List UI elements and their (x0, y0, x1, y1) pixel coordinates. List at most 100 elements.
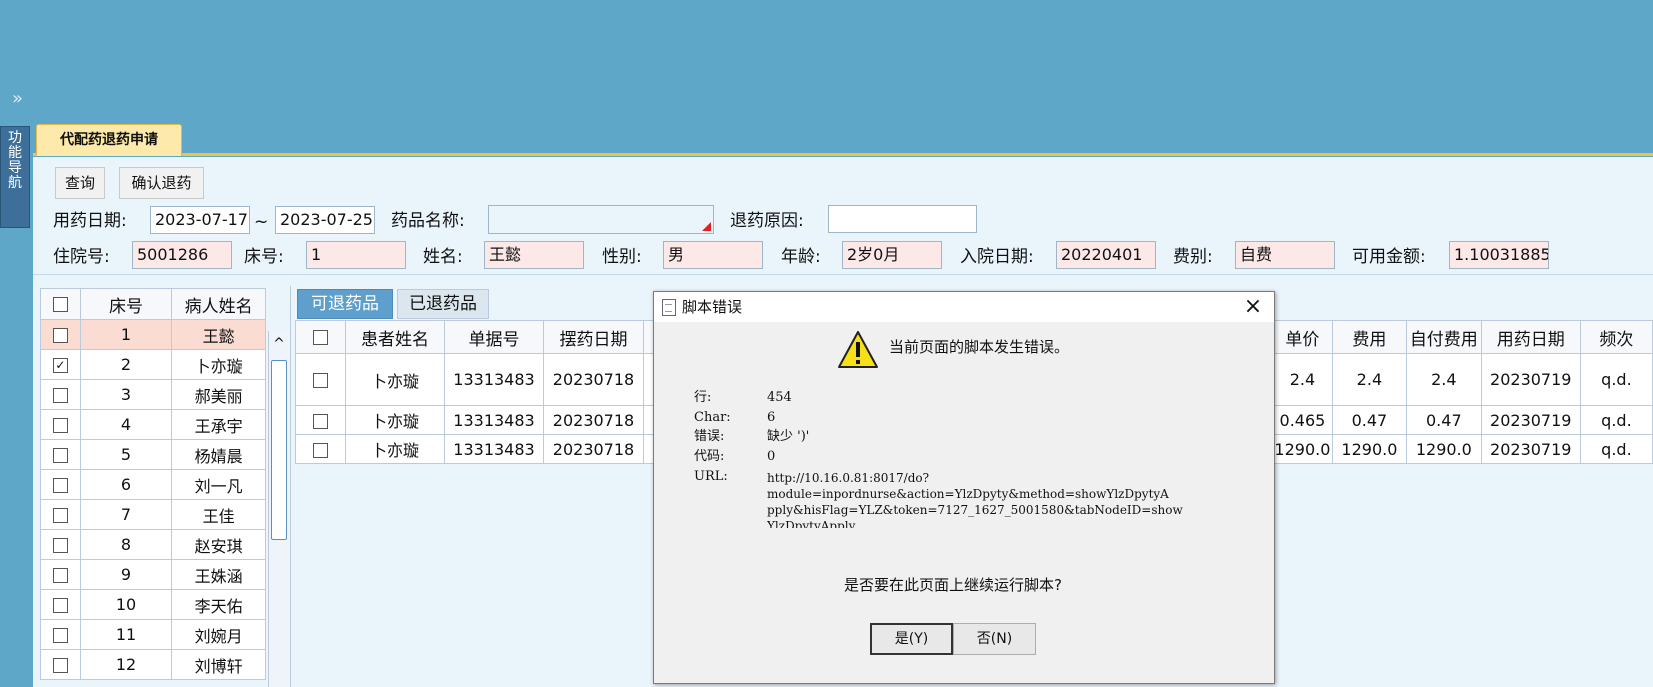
row-checkbox[interactable] (295, 434, 346, 464)
bed-cell: 10 (79, 589, 173, 620)
yes-button[interactable]: 是(Y) (870, 623, 953, 655)
row-checkbox[interactable] (40, 499, 81, 530)
row-checkbox[interactable] (295, 405, 346, 435)
patient-name-cell: 赵安琪 (171, 529, 266, 560)
col-patient-name[interactable]: 病人姓名 (171, 288, 266, 320)
row-checkbox[interactable] (40, 559, 81, 590)
row-checkbox[interactable] (295, 353, 346, 406)
expand-icon[interactable]: » (12, 90, 23, 108)
drug-row[interactable]: 卜亦璇 13313483 20230718 (295, 353, 674, 406)
confirm-return-button[interactable]: 确认退药 (119, 167, 204, 199)
name-field[interactable]: 王懿 (484, 241, 584, 269)
col-dispense-date[interactable]: 摆药日期 (543, 320, 644, 354)
bed-cell: 2 (79, 349, 173, 380)
reason-input[interactable] (828, 205, 977, 233)
patient-name-cell: 王佳 (171, 499, 266, 530)
panel-divider (290, 286, 291, 687)
price-row[interactable]: 0.465 0.47 0.47 20230719 q.d. (1272, 405, 1653, 435)
gender-field[interactable]: 男 (663, 241, 763, 269)
row-checkbox[interactable] (40, 529, 81, 560)
script-error-dialog: 脚本错误 × 当前页面的脚本发生错误。 行: 454 Char: 6 错误: 缺… (653, 291, 1275, 684)
tab-returnable[interactable]: 可退药品 (297, 289, 393, 319)
scroll-up-icon[interactable]: ^ (268, 337, 290, 351)
patient-row[interactable]: 3 郝美丽 (40, 379, 266, 410)
col-patient-name[interactable]: 患者姓名 (345, 320, 445, 354)
row-checkbox[interactable] (40, 649, 81, 680)
fee-cell: 0.47 (1331, 405, 1407, 435)
drug-select-all-checkbox[interactable] (295, 320, 346, 354)
patient-row[interactable]: 8 赵安琪 (40, 529, 266, 560)
patient-name-cell: 卜亦璇 (345, 405, 445, 435)
row-checkbox[interactable] (40, 379, 81, 410)
url-value: http://10.16.0.81:8017/do? module=inpord… (767, 471, 1183, 528)
row-checkbox[interactable]: ✓ (40, 349, 81, 380)
col-fee[interactable]: 费用 (1331, 320, 1407, 354)
tab-drug-return[interactable]: 代配药退药申请 (36, 124, 182, 156)
checkbox-icon (52, 538, 68, 553)
date-separator: ~ (254, 212, 269, 232)
query-button[interactable]: 查询 (55, 167, 105, 199)
patient-row[interactable]: 10 李天佑 (40, 589, 266, 620)
document-icon (662, 299, 676, 316)
patient-row[interactable]: 11 刘婉月 (40, 619, 266, 650)
drug-row[interactable]: 卜亦璇 13313483 20230718 (295, 405, 674, 435)
patient-name-cell: 王懿 (171, 319, 266, 350)
admission-no-field[interactable]: 5001286 (132, 241, 232, 269)
row-checkbox[interactable] (40, 469, 81, 500)
drug-name-combo[interactable] (488, 205, 714, 234)
price-table-header: 单价 费用 自付费用 用药日期 频次 (1272, 320, 1653, 354)
select-all-checkbox[interactable] (40, 288, 81, 320)
col-self-pay[interactable]: 自付费用 (1405, 320, 1482, 354)
dropdown-marker-icon (702, 222, 711, 231)
admit-date-field[interactable]: 20220401 (1056, 241, 1156, 269)
bed-field[interactable]: 1 (306, 241, 406, 269)
dispense-date-cell: 20230718 (543, 405, 644, 435)
price-row[interactable]: 1290.0 1290.0 1290.0 20230719 q.d. (1272, 434, 1653, 464)
patient-list-table: 床号 病人姓名 1 王懿 ✓ 2 卜亦璇 3 郝美丽 4 王承宇 5 杨婧晨 6 刘一凡 7 王佳 8 赵安琪 9… (40, 288, 266, 680)
dialog-message: 当前页面的脚本发生错误。 (889, 338, 1070, 356)
fee-type-field[interactable]: 自费 (1235, 241, 1335, 269)
price-row[interactable]: 2.4 2.4 2.4 20230719 q.d. (1272, 353, 1653, 406)
checkbox-icon (52, 598, 68, 613)
patient-name-cell: 卜亦璇 (345, 353, 445, 406)
doc-no-cell: 13313483 (444, 353, 544, 406)
admit-date-label: 入院日期: (960, 247, 1034, 267)
col-use-date[interactable]: 用药日期 (1480, 320, 1581, 354)
row-checkbox[interactable] (40, 439, 81, 470)
bed-cell: 6 (79, 469, 173, 500)
col-doc-no[interactable]: 单据号 (444, 320, 544, 354)
patient-row[interactable]: 5 杨婧晨 (40, 439, 266, 470)
tab-strip (33, 122, 1653, 156)
patient-row[interactable]: 6 刘一凡 (40, 469, 266, 500)
row-checkbox[interactable] (40, 619, 81, 650)
use-date-cell: 20230719 (1480, 353, 1581, 406)
scroll-thumb[interactable] (271, 360, 287, 540)
balance-field[interactable]: 1.10031885 (1449, 241, 1549, 269)
frequency-cell: q.d. (1579, 434, 1653, 464)
close-icon[interactable]: × (1240, 295, 1266, 319)
drug-row[interactable]: 卜亦璇 13313483 20230718 (295, 434, 674, 464)
patient-row[interactable]: 4 王承宇 (40, 409, 266, 440)
no-button[interactable]: 否(N) (953, 623, 1036, 655)
function-nav-tab[interactable]: 功能导航 (0, 126, 30, 228)
row-checkbox[interactable] (40, 409, 81, 440)
self-pay-cell: 1290.0 (1405, 434, 1482, 464)
patient-row[interactable]: 9 王姝涵 (40, 559, 266, 590)
row-checkbox[interactable] (40, 319, 81, 350)
patient-row[interactable]: 7 王佳 (40, 499, 266, 530)
col-unit-price[interactable]: 单价 (1272, 320, 1333, 354)
col-bed[interactable]: 床号 (79, 288, 173, 320)
dialog-titlebar[interactable]: 脚本错误 (654, 292, 1274, 322)
date-from-input[interactable]: 2023-07-17 (150, 206, 250, 234)
nav-label: 功能导航 (8, 130, 22, 191)
checkbox-icon (52, 658, 68, 673)
patient-row[interactable]: 12 刘博轩 (40, 649, 266, 680)
col-frequency[interactable]: 频次 (1579, 320, 1653, 354)
patient-row[interactable]: ✓ 2 卜亦璇 (40, 349, 266, 380)
row-checkbox[interactable] (40, 589, 81, 620)
fee-cell: 2.4 (1331, 353, 1407, 406)
date-to-input[interactable]: 2023-07-25 (275, 206, 375, 234)
patient-row[interactable]: 1 王懿 (40, 319, 266, 350)
age-field[interactable]: 2岁0月 (842, 241, 942, 269)
tab-returned[interactable]: 已退药品 (397, 289, 489, 319)
